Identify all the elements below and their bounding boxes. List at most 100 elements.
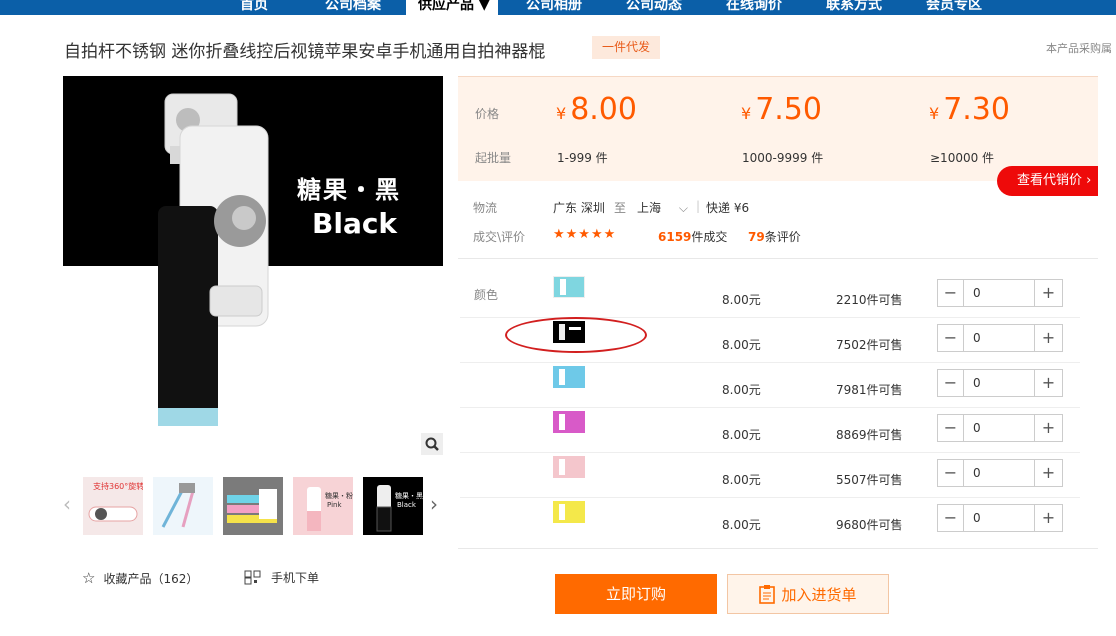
thumbnail-4[interactable]: 糖果・粉 Pink — [293, 477, 353, 535]
thumb-next-chevron-icon[interactable]: › — [430, 492, 438, 516]
mobile-order-label: 手机下单 — [271, 571, 320, 585]
image-caption-en: Black — [312, 207, 398, 240]
quantity-stepper: − 0 + — [937, 279, 1063, 307]
nav-item-inquiry[interactable]: 在线询价 — [726, 0, 782, 14]
highlight-circle-annotation — [505, 317, 647, 353]
tier-3-price: ¥7.30 — [929, 92, 1010, 127]
thumbnail-5[interactable]: 糖果・黑 Black — [363, 477, 423, 535]
ship-from: 广东 深圳 — [553, 201, 605, 215]
ship-to-word: 至 — [614, 201, 627, 215]
star-outline-icon: ☆ — [82, 569, 96, 587]
quantity-input[interactable]: 0 — [965, 415, 1035, 441]
sold-number: 6159 — [658, 230, 692, 244]
minus-icon[interactable]: − — [938, 505, 964, 531]
minus-icon[interactable]: − — [938, 370, 964, 396]
quantity-input[interactable]: 0 — [965, 505, 1035, 531]
variant-swatch[interactable] — [553, 366, 585, 388]
product-title: 自拍杆不锈钢 迷你折叠线控后视镜苹果安卓手机通用自拍神器棍 — [64, 42, 546, 62]
quantity-input[interactable]: 0 — [965, 460, 1035, 486]
variant-row: 8.00元 9680件可售 − 0 + — [460, 499, 1080, 544]
tier-3-currency: ¥ — [929, 104, 940, 123]
plus-icon[interactable]: + — [1034, 415, 1062, 441]
nav-item-products[interactable]: 供应产品 ▼ — [418, 0, 490, 14]
variant-price: 8.00元 — [722, 383, 761, 397]
tier-1-qty: 1-999 件 — [557, 151, 608, 165]
variant-stock: 7981件可售 — [836, 383, 903, 397]
variant-row: 8.00元 7981件可售 − 0 + — [460, 364, 1080, 409]
row-divider — [460, 497, 1080, 498]
purchase-note: 本产品采购属 — [1046, 42, 1112, 55]
top-nav: 首页 公司档案 供应产品 ▼ 公司相册 公司动态 在线询价 联系方式 会员专区 — [0, 0, 1116, 15]
variant-stock: 2210件可售 — [836, 293, 903, 307]
thumbnail-4-subtext: Pink — [327, 501, 342, 509]
quantity-stepper: − 0 + — [937, 414, 1063, 442]
variant-stock: 5507件可售 — [836, 473, 903, 487]
plus-icon[interactable]: + — [1034, 325, 1062, 351]
plus-icon[interactable]: + — [1034, 280, 1062, 306]
variant-swatch[interactable] — [553, 411, 585, 433]
thumbnail-1[interactable]: 支持360°旋转 — [83, 477, 143, 535]
image-caption-cn: 糖果・黑 — [297, 176, 401, 204]
quantity-input[interactable]: 0 — [965, 325, 1035, 351]
variant-swatch[interactable] — [553, 276, 585, 298]
row-divider — [460, 362, 1080, 363]
zoom-icon[interactable] — [421, 433, 443, 455]
minus-icon[interactable]: − — [938, 280, 964, 306]
quantity-stepper: − 0 + — [937, 369, 1063, 397]
review-number: 79 — [748, 230, 765, 244]
logistics-label: 物流 — [473, 201, 498, 215]
tier-1-price: ¥8.00 — [556, 92, 637, 127]
minus-icon[interactable]: − — [938, 415, 964, 441]
shipping-fee: 快递 ¥6 — [706, 201, 750, 215]
nav-item-profile[interactable]: 公司档案 — [325, 0, 381, 14]
row-divider — [460, 452, 1080, 453]
thumbnail-3[interactable] — [223, 477, 283, 535]
variant-stock: 7502件可售 — [836, 338, 903, 352]
buy-now-button[interactable]: 立即订购 — [555, 574, 717, 614]
variant-price: 8.00元 — [722, 518, 761, 532]
add-to-cart-button[interactable]: 加入进货单 — [727, 574, 889, 614]
nav-item-contact[interactable]: 联系方式 — [826, 0, 882, 14]
ship-destination-select[interactable]: 上海 ⌵ — [637, 199, 688, 216]
moq-label: 起批量 — [475, 151, 512, 165]
thumbnail-5-subtext: Black — [397, 501, 416, 509]
plus-icon[interactable]: + — [1034, 505, 1062, 531]
thumbnail-2[interactable] — [153, 477, 213, 535]
nav-item-home[interactable]: 首页 — [240, 0, 268, 14]
variant-swatch[interactable] — [553, 501, 585, 523]
quantity-stepper: − 0 + — [937, 504, 1063, 532]
qrcode-icon — [244, 570, 261, 585]
ship-destination-value: 上海 — [637, 201, 662, 215]
variant-row: 8.00元 5507件可售 − 0 + — [460, 454, 1080, 499]
quantity-input[interactable]: 0 — [965, 370, 1035, 396]
tier-3-qty: ≥10000 件 — [930, 151, 995, 165]
variant-row: 8.00元 2210件可售 − 0 + — [460, 274, 1080, 319]
quantity-input[interactable]: 0 — [965, 280, 1035, 306]
plus-icon[interactable]: + — [1034, 370, 1062, 396]
add-to-cart-label: 加入进货单 — [781, 585, 857, 604]
minus-icon[interactable]: − — [938, 460, 964, 486]
tier-3-price-value: 7.30 — [943, 92, 1010, 127]
sold-count[interactable]: 6159件成交 — [658, 228, 727, 245]
thumb-prev-chevron-icon[interactable]: ‹ — [63, 492, 71, 516]
minus-icon[interactable]: − — [938, 325, 964, 351]
view-agent-price-button[interactable]: 查看代销价 › — [997, 166, 1098, 196]
price-label: 价格 — [475, 107, 500, 121]
nav-item-album[interactable]: 公司相册 — [526, 0, 582, 14]
variant-price: 8.00元 — [722, 338, 761, 352]
tier-1-currency: ¥ — [556, 104, 567, 123]
tier-2-price-value: 7.50 — [755, 92, 822, 127]
favorite-product[interactable]: ☆ 收藏产品（162） — [82, 569, 198, 587]
nav-item-members[interactable]: 会员专区 — [926, 0, 982, 14]
variant-stock: 8869件可售 — [836, 428, 903, 442]
review-count[interactable]: 79条评价 — [748, 228, 801, 245]
quantity-stepper: − 0 + — [937, 324, 1063, 352]
mobile-order[interactable]: 手机下单 — [244, 569, 319, 586]
tier-2-price: ¥7.50 — [741, 92, 822, 127]
nav-item-news[interactable]: 公司动态 — [626, 0, 682, 14]
plus-icon[interactable]: + — [1034, 460, 1062, 486]
tier-2-qty: 1000-9999 件 — [742, 151, 824, 165]
variant-swatch[interactable] — [553, 456, 585, 478]
dropship-badge[interactable]: 一件代发 — [592, 36, 660, 59]
row-divider — [460, 407, 1080, 408]
